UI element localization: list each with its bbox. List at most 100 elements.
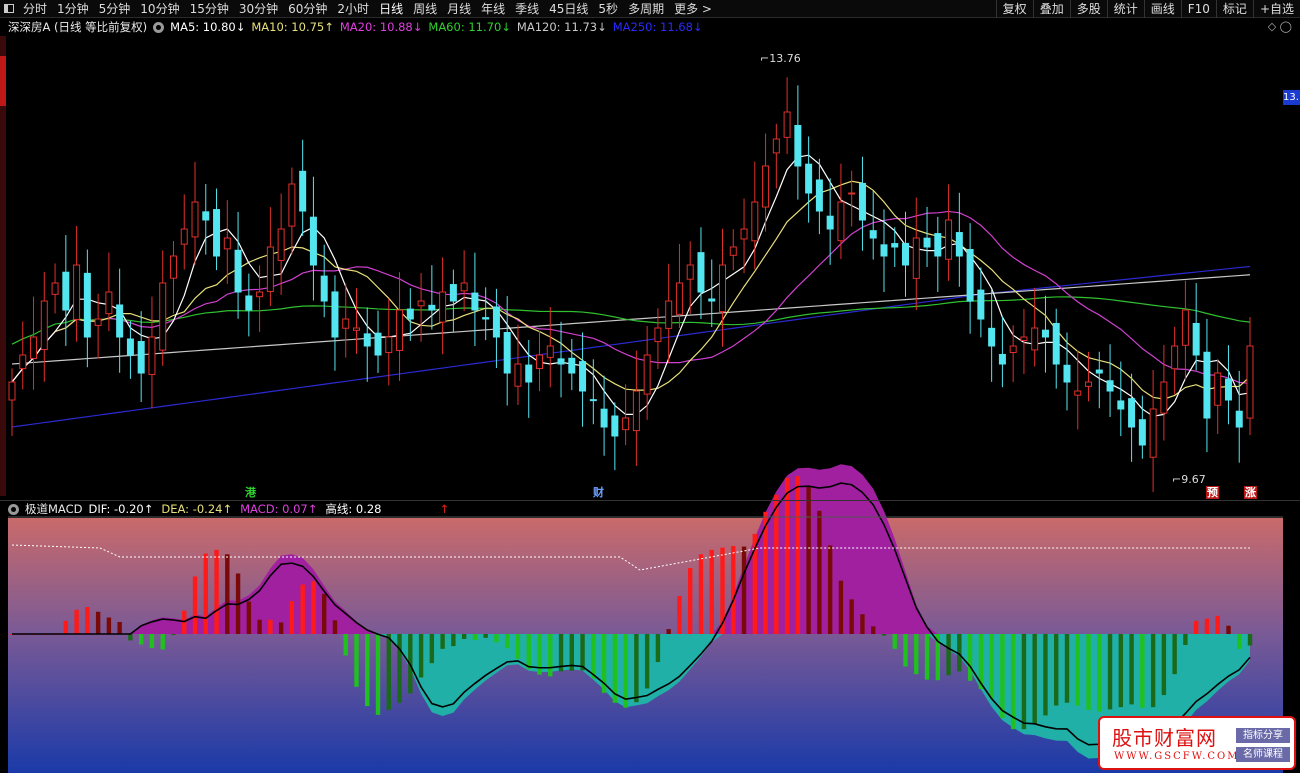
candle-body (266, 246, 274, 292)
watermark-tag-share: 指标分享 (1236, 728, 1290, 743)
candle-body (912, 237, 920, 279)
candle-body (815, 179, 823, 212)
macd-bar (1118, 634, 1124, 708)
candle-body (589, 399, 597, 402)
candle-body (891, 243, 899, 248)
macd-bar (332, 620, 338, 634)
macd-bar (892, 634, 897, 649)
macd-bar (537, 634, 542, 675)
candle-body (1106, 380, 1114, 392)
indicator-name[interactable]: 极道MACD (25, 501, 82, 517)
macd-bar (623, 634, 628, 708)
candle-body (352, 327, 360, 331)
candle-body (169, 255, 177, 279)
candle-body (794, 124, 802, 167)
macd-bar (397, 634, 402, 703)
candle-body (148, 336, 156, 375)
candle-body (858, 182, 866, 221)
candlestick-chart[interactable]: ⌐13.76 ⌐9.67 (0, 0, 1300, 773)
candle-body (579, 361, 587, 392)
candle-body (62, 271, 70, 311)
marker-gang[interactable]: 港 (244, 486, 257, 499)
candle-body (923, 237, 931, 248)
macd-bar (1247, 634, 1253, 646)
ma-line (11, 274, 1251, 365)
candle-body (535, 354, 543, 370)
candle-body (385, 336, 393, 353)
candle-body (708, 298, 716, 302)
macd-bar (1021, 634, 1027, 730)
candle-body (740, 228, 748, 240)
candle-body (1085, 381, 1093, 387)
macd-bar (343, 634, 348, 656)
macd-bar (731, 546, 736, 634)
candle-body (73, 264, 81, 320)
macd-bar (1000, 634, 1005, 719)
macd-bar (580, 634, 585, 671)
candle-body (611, 415, 619, 437)
macd-bar (321, 593, 327, 634)
macd-bar (375, 634, 381, 715)
candle-body (557, 358, 565, 365)
macd-bar (95, 611, 101, 634)
eye-icon[interactable] (8, 503, 19, 515)
macd-legend: 极道MACD DIF: -0.20↑ DEA: -0.24↑ MACD: 0.07↑… (0, 500, 1300, 517)
macd-bar (698, 554, 704, 634)
candle-body (331, 291, 339, 338)
candle-body (686, 264, 694, 280)
macd-bar (1183, 634, 1188, 645)
watermark-url: WWW.GSCFW.COM (1114, 751, 1240, 762)
candle-body (902, 242, 910, 266)
candle-body (1052, 323, 1060, 365)
macd-bar (1161, 634, 1167, 696)
candle-body (1235, 410, 1243, 428)
macd-bar (1215, 615, 1220, 634)
macd-bar (515, 634, 521, 659)
macd-bar (655, 634, 661, 663)
candle-body (406, 308, 414, 320)
macd-bar (505, 634, 510, 649)
marker-yu[interactable]: 预 (1206, 486, 1219, 499)
candle-body (945, 219, 953, 260)
macd-bar (548, 634, 553, 677)
macd-bar (494, 634, 499, 643)
candle-body (245, 295, 253, 311)
macd-bar (311, 581, 316, 634)
macd-bar (149, 634, 155, 648)
candle-body (19, 354, 27, 370)
low-price-label: ⌐9.67 (1172, 473, 1206, 486)
candle-body (299, 170, 307, 212)
macd-bar (1097, 634, 1102, 712)
macd-bar (354, 634, 359, 687)
candle-body (1224, 378, 1232, 401)
macd-bar (472, 634, 478, 641)
candle-body (772, 138, 780, 154)
marker-cai[interactable]: 财 (592, 486, 605, 499)
macd-bar (1140, 634, 1145, 708)
macd-bar (117, 622, 122, 634)
macd-bar (461, 634, 467, 639)
candle-body (600, 408, 608, 428)
candle-body (1192, 322, 1200, 356)
macd-value: MACD: 0.07↑ (240, 502, 318, 516)
macd-arrow-mark: ↑ (439, 502, 450, 516)
candle-body (223, 237, 231, 250)
candle-body (320, 275, 328, 302)
candle-body (137, 341, 145, 374)
macd-bar (709, 549, 714, 634)
macd-bar (1010, 634, 1016, 730)
marker-zhang[interactable]: 涨 (1244, 486, 1257, 499)
macd-bar (1043, 634, 1048, 716)
candle-body (1149, 408, 1157, 458)
macd-bar (1075, 634, 1080, 706)
candle-body (837, 201, 845, 242)
candle-body (1009, 345, 1017, 353)
macd-bar (451, 634, 456, 647)
candle-body (729, 246, 737, 256)
high-price-label: ⌐13.76 (760, 52, 801, 65)
macd-bar (85, 607, 90, 634)
macd-bar (591, 634, 596, 679)
macd-bar (1129, 634, 1134, 705)
candle-body (191, 201, 199, 238)
macd-bar (1032, 634, 1037, 725)
